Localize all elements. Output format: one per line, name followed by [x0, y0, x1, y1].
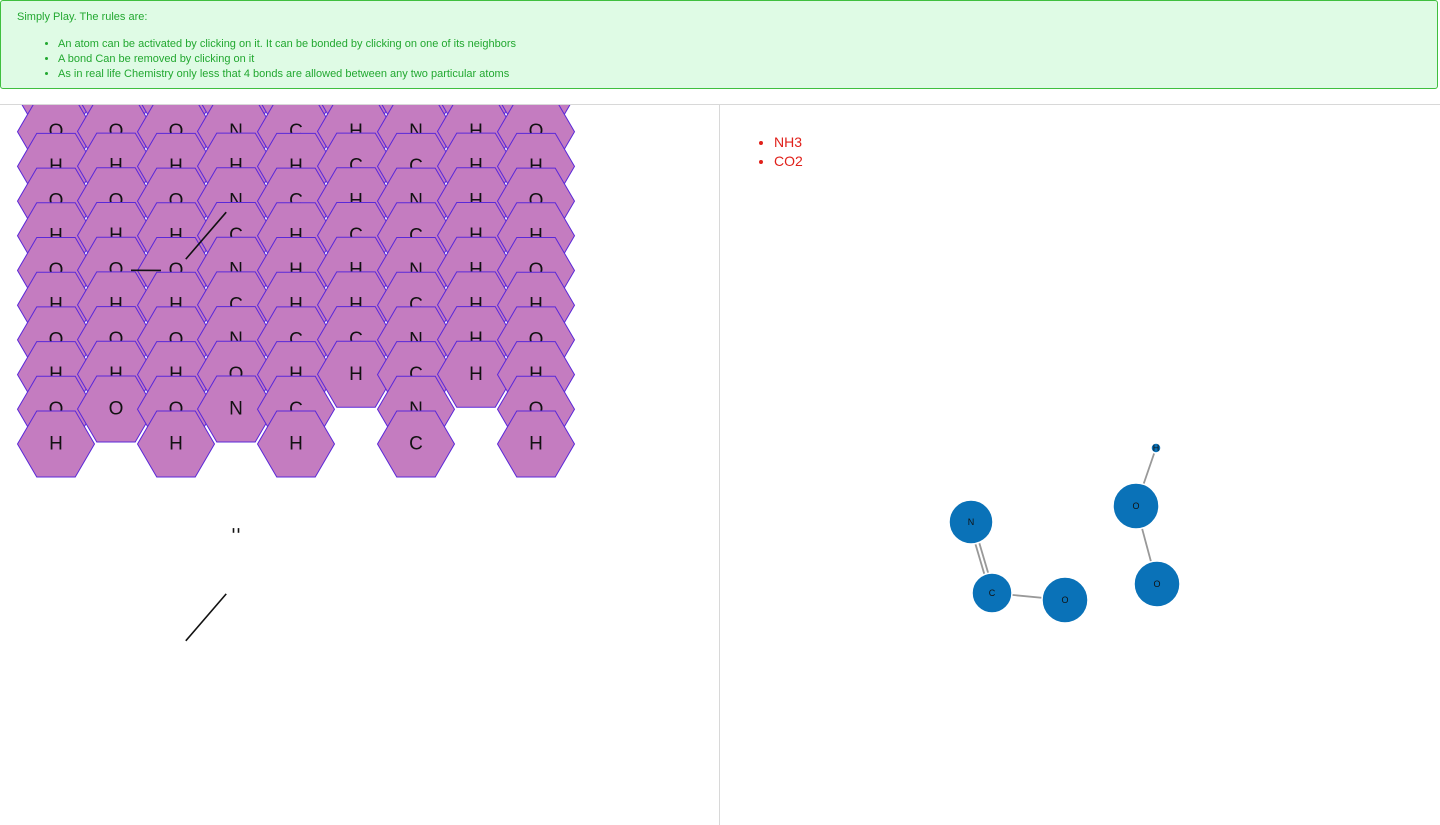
atom-label: H: [349, 364, 363, 385]
rules-panel: Simply Play. The rules are: An atom can …: [0, 0, 1438, 89]
graph-node[interactable]: H: [1150, 442, 1162, 454]
atom-label: H: [169, 434, 183, 455]
node-label: N: [968, 517, 975, 527]
atom-label: H: [49, 434, 63, 455]
hex-board[interactable]: HOHOHOHOHOHOHOHOHOHOHOHOHOHOHOHOHNCNHNCN…: [0, 105, 719, 825]
graph-node[interactable]: O: [1112, 482, 1160, 530]
atom-label: N: [229, 399, 243, 420]
molecule-graph[interactable]: N C O H O O: [720, 105, 1440, 825]
rules-list: An atom can be activated by clicking on …: [17, 37, 516, 82]
graph-node[interactable]: O: [1041, 576, 1089, 624]
node-label: H: [1153, 443, 1160, 453]
node-label: O: [1061, 595, 1068, 605]
atom-label: H: [469, 364, 483, 385]
rule-item: An atom can be activated by clicking on …: [58, 37, 516, 52]
node-label: O: [1153, 579, 1160, 589]
atom-label: H: [529, 434, 543, 455]
rules-title: Simply Play. The rules are:: [17, 11, 148, 23]
graph-node[interactable]: C: [971, 572, 1013, 614]
graph-node[interactable]: O: [1133, 560, 1181, 608]
atom-label: H: [289, 434, 303, 455]
node-label: O: [1132, 501, 1139, 511]
graph-node[interactable]: N: [948, 499, 994, 545]
bond-line[interactable]: [185, 593, 227, 642]
atom-label: C: [409, 434, 423, 455]
rule-item: A bond Can be removed by clicking on it: [58, 52, 516, 67]
node-label: C: [989, 588, 996, 598]
rule-item: As in real life Chemistry only less that…: [58, 67, 516, 82]
atom-label: O: [109, 399, 124, 420]
